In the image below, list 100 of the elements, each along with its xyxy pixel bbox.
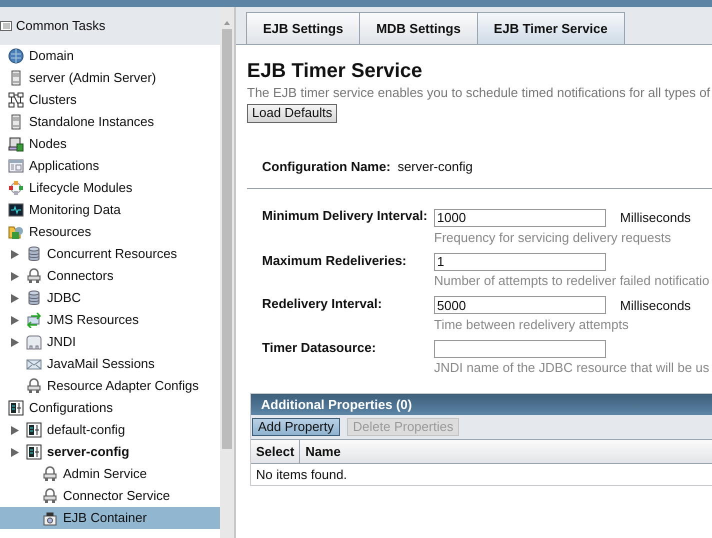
column-header: Name: [304, 442, 342, 461]
tree-item[interactable]: Connectors: [0, 265, 220, 287]
input-field[interactable]: 5000: [434, 296, 606, 314]
tree-item[interactable]: Clusters: [0, 89, 220, 111]
field-label: Minimum Delivery Interval:: [262, 208, 428, 225]
tree-item-label: Resource Adapter Configs: [47, 377, 199, 396]
expand-arrow-icon[interactable]: [11, 250, 19, 258]
tree-item-label: Lifecycle Modules: [29, 179, 132, 198]
tree-item-label: Domain: [29, 47, 74, 66]
config-name-value: server-config: [398, 158, 473, 176]
database-icon: [26, 246, 42, 262]
field-help: Time between redelivery attempts: [434, 317, 630, 333]
tree-item-label: server-config: [47, 443, 130, 462]
tree-item-label: Configurations: [29, 399, 113, 418]
input-field[interactable]: 1: [434, 252, 606, 270]
tree-item[interactable]: Lifecycle Modules: [0, 177, 220, 199]
tree-item-label: Applications: [29, 157, 100, 176]
tree-item-label: Connector Service: [63, 487, 170, 506]
tree-item[interactable]: Configurations: [0, 397, 220, 419]
tree-item[interactable]: JNDI: [0, 331, 220, 353]
tab[interactable]: EJB Timer Service: [476, 12, 625, 44]
tab[interactable]: MDB Settings: [359, 12, 478, 44]
folder-icon: [26, 334, 42, 350]
page-title: EJB Timer Service: [247, 59, 424, 83]
connector-icon: [42, 488, 58, 504]
unit-label: Milliseconds: [620, 209, 691, 227]
field-label: Timer Datasource:: [262, 340, 377, 357]
tree-item[interactable]: Applications: [0, 155, 220, 177]
tree-item-label: Monitoring Data: [29, 201, 121, 220]
cluster-icon: [8, 92, 24, 108]
config-icon: [8, 400, 24, 416]
connector-icon: [42, 466, 58, 482]
expand-arrow-icon[interactable]: [11, 294, 19, 302]
tree-item[interactable]: EJB Container: [0, 507, 220, 529]
unit-label: Milliseconds: [620, 296, 691, 314]
field-help: Number of attempts to redeliver failed notificatio: [434, 272, 710, 288]
sidebar-title: Common Tasks: [16, 17, 106, 36]
tree-item[interactable]: Monitoring Data: [0, 199, 220, 221]
tree-item[interactable]: Resource Adapter Configs: [0, 375, 220, 397]
expand-arrow-icon[interactable]: [11, 316, 19, 324]
monitor-icon: [8, 202, 24, 218]
exchange-arrows-icon: [26, 312, 42, 328]
tree-item[interactable]: JDBC: [0, 287, 220, 309]
table-toolbar-button[interactable]: Add Property: [252, 418, 340, 436]
globe-icon: [8, 48, 24, 64]
config-icon: [26, 422, 42, 438]
tree-item-label: JavaMail Sessions: [47, 355, 155, 374]
tree-item[interactable]: JavaMail Sessions: [0, 353, 220, 375]
config-name-label: Configuration Name:: [262, 158, 391, 176]
computer-icon: [8, 136, 24, 152]
tree-item[interactable]: default-config: [0, 419, 220, 441]
expand-arrow-icon[interactable]: [11, 272, 19, 280]
tree-item-label: Clusters: [29, 91, 77, 110]
tree-item[interactable]: Resources: [0, 221, 220, 243]
input-field[interactable]: 1000: [434, 208, 606, 227]
input-field[interactable]: [434, 340, 606, 358]
tree-item[interactable]: Connector Service: [0, 485, 220, 507]
expand-arrow-icon[interactable]: [11, 426, 19, 434]
scrollbar-drawing[interactable]: [220, 7, 234, 538]
tree-item[interactable]: server-config: [0, 441, 220, 463]
tree-item-label: default-config: [47, 421, 126, 440]
tree-item-label: Concurrent Resources: [47, 245, 178, 264]
connector-icon: [26, 268, 42, 284]
field-help: Frequency for servicing delivery requests: [434, 230, 672, 246]
load-defaults-button[interactable]: Load Defaults: [247, 104, 338, 122]
tree-item[interactable]: Standalone Instances: [0, 111, 220, 133]
tree-item-label: Resources: [29, 223, 92, 242]
config-icon: [26, 444, 42, 460]
expand-arrow-icon[interactable]: [11, 448, 19, 456]
tree-item-label: Admin Service: [63, 465, 147, 484]
field-help: JNDI name of the JDBC resource that will be us: [434, 360, 710, 376]
tree-item[interactable]: Domain: [0, 45, 220, 67]
tab[interactable]: EJB Settings: [246, 12, 360, 44]
expand-arrow-icon[interactable]: [11, 338, 19, 346]
tree-item-label: JDBC: [47, 289, 81, 308]
field-label: Redelivery Interval:: [262, 296, 383, 313]
column-header: Select: [251, 440, 300, 463]
field-label: Maximum Redeliveries:: [262, 252, 408, 270]
empty-message: No items found.: [256, 466, 348, 484]
tree-item-label: server (Admin Server): [29, 69, 156, 88]
table-icon: [0, 20, 12, 32]
tree-item[interactable]: Nodes: [0, 133, 220, 155]
tree-item-label: Nodes: [29, 135, 67, 154]
window-icon: [8, 158, 24, 174]
tree-item-label: Standalone Instances: [29, 113, 154, 132]
tree-item-label: EJB Container: [63, 509, 147, 528]
tree-item[interactable]: Admin Service: [0, 463, 220, 485]
resources-icon: [8, 224, 24, 240]
tree-item[interactable]: JMS Resources: [0, 309, 220, 331]
tree-item[interactable]: server (Admin Server): [0, 67, 220, 89]
container-icon: [42, 510, 58, 526]
cycle-icon: [8, 180, 24, 196]
tree-item[interactable]: Concurrent Resources: [0, 243, 220, 265]
tree-item-label: JNDI: [47, 333, 76, 352]
table-title: Additional Properties (0): [261, 396, 412, 414]
database-icon: [26, 290, 42, 306]
page-description: The EJB timer service enables you to schedule timed notifications for all types of: [247, 85, 712, 101]
connector-icon: [26, 378, 42, 394]
tree-item-label: JMS Resources: [47, 311, 139, 330]
tree-item-label: Connectors: [47, 267, 114, 286]
